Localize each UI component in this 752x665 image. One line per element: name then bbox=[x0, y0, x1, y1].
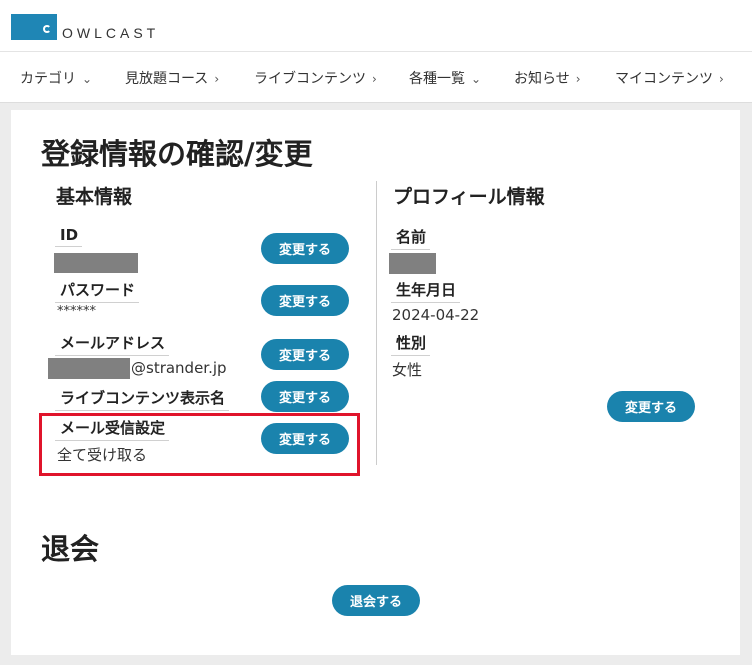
page-title: 登録情報の確認/変更 bbox=[41, 137, 313, 171]
column-divider bbox=[376, 181, 377, 465]
basic-info-title: 基本情報 bbox=[56, 186, 133, 208]
birthday-value: 2024-04-22 bbox=[392, 306, 480, 324]
chevron-right-icon: › bbox=[372, 72, 377, 86]
nav-item-category[interactable]: カテゴリ ⌄ bbox=[20, 68, 92, 88]
birthday-label: 生年月日 bbox=[391, 279, 461, 303]
password-value: ****** bbox=[57, 304, 96, 319]
nav-item-my-contents[interactable]: マイコンテンツ › bbox=[615, 68, 724, 88]
gender-value: 女性 bbox=[392, 361, 423, 379]
id-label: ID bbox=[55, 226, 83, 247]
password-label: パスワード bbox=[55, 279, 140, 303]
change-display-name-button[interactable]: 変更する bbox=[261, 381, 349, 412]
change-id-button[interactable]: 変更する bbox=[261, 233, 349, 264]
chevron-down-icon: ⌄ bbox=[471, 72, 482, 86]
logo-mark[interactable] bbox=[11, 14, 57, 40]
name-label: 名前 bbox=[391, 226, 431, 250]
chevron-down-icon: ⌄ bbox=[82, 72, 93, 86]
nav-item-live-contents[interactable]: ライブコンテンツ › bbox=[254, 68, 377, 88]
gender-label: 性別 bbox=[391, 332, 431, 356]
highlight-box bbox=[39, 413, 360, 476]
email-value-masked bbox=[48, 358, 130, 379]
nav-item-unlimited-course[interactable]: 見放題コース › bbox=[125, 68, 219, 88]
main-nav: カテゴリ ⌄ 見放題コース › ライブコンテンツ › 各種一覧 ⌄ お知らせ › マイコン… bbox=[0, 51, 752, 103]
name-value-masked bbox=[389, 253, 436, 274]
change-password-button[interactable]: 変更する bbox=[261, 285, 349, 316]
logo-text[interactable]: OWLCAST bbox=[62, 25, 159, 41]
nav-item-news[interactable]: お知らせ › bbox=[514, 68, 581, 88]
profile-info-title: プロフィール情報 bbox=[393, 186, 545, 208]
email-domain: @strander.jp bbox=[131, 359, 227, 377]
email-label: メールアドレス bbox=[55, 332, 170, 356]
nav-item-lists[interactable]: 各種一覧 ⌄ bbox=[409, 68, 481, 88]
owl-icon bbox=[43, 25, 51, 33]
chevron-right-icon: › bbox=[719, 72, 724, 86]
site-header: OWLCAST カテゴリ ⌄ 見放題コース › ライブコンテンツ › 各種一覧 ⌄ お知… bbox=[0, 0, 752, 103]
change-email-button[interactable]: 変更する bbox=[261, 339, 349, 370]
chevron-right-icon: › bbox=[575, 72, 581, 86]
id-value-masked bbox=[54, 253, 138, 273]
change-profile-button[interactable]: 変更する bbox=[607, 391, 695, 422]
chevron-right-icon: › bbox=[214, 72, 220, 86]
withdraw-title: 退会 bbox=[41, 532, 100, 566]
withdraw-button[interactable]: 退会する bbox=[332, 585, 420, 616]
display-name-label: ライブコンテンツ表示名 bbox=[55, 387, 230, 411]
